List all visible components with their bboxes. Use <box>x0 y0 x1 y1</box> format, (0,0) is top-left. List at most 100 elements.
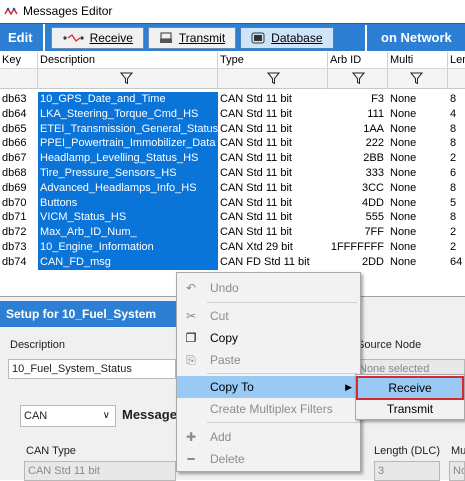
multi-cell[interactable]: None <box>388 151 448 166</box>
key-cell[interactable]: db70 <box>0 196 38 211</box>
multi-cell[interactable]: None <box>388 107 448 122</box>
key-cell[interactable]: db73 <box>0 240 38 255</box>
arb-id-cell[interactable]: 2BB <box>328 151 388 166</box>
filter-icon[interactable] <box>120 72 133 85</box>
description-cell[interactable]: 10_GPS_Date_and_Time <box>38 92 218 107</box>
description-cell[interactable]: LKA_Steering_Torque_Cmd_HS <box>38 106 218 122</box>
on-network-tab[interactable]: on Network <box>365 25 465 51</box>
type-cell[interactable]: CAN Std 11 bit <box>218 225 328 240</box>
multi-cell[interactable]: None <box>388 122 448 137</box>
column-header-description[interactable]: Description <box>38 52 218 68</box>
len-cell[interactable]: 6 <box>448 166 465 181</box>
column-header-len[interactable]: Len <box>448 52 465 68</box>
edit-menu[interactable]: Edit <box>0 23 45 52</box>
len-cell[interactable]: 8 <box>448 210 465 225</box>
arb-id-cell[interactable]: F3 <box>328 92 388 107</box>
len-cell[interactable]: 4 <box>448 107 465 122</box>
menu-item-cut[interactable]: ✂ Cut <box>177 305 360 327</box>
type-cell[interactable]: CAN Std 11 bit <box>218 122 328 137</box>
type-cell[interactable]: CAN FD Std 11 bit <box>218 255 328 270</box>
key-cell[interactable]: db69 <box>0 181 38 196</box>
key-cell[interactable]: db74 <box>0 255 38 270</box>
menu-item-undo[interactable]: ↶ Undo <box>177 277 360 299</box>
len-cell[interactable]: 2 <box>448 240 465 255</box>
description-cell[interactable]: Headlamp_Levelling_Status_HS <box>38 151 218 166</box>
key-cell[interactable]: db67 <box>0 151 38 166</box>
description-cell[interactable]: Tire_Pressure_Sensors_HS <box>38 165 218 181</box>
filter-icon[interactable] <box>352 72 365 85</box>
table-row[interactable]: db66 PPEI_Powertrain_Immobilizer_Data CAN … <box>0 136 465 152</box>
key-cell[interactable]: db64 <box>0 107 38 122</box>
description-cell[interactable]: PPEI_Powertrain_Immobilizer_Data <box>38 136 218 152</box>
multi-cell[interactable]: None <box>388 181 448 196</box>
description-cell[interactable]: Advanced_Headlamps_Info_HS <box>38 180 218 196</box>
menu-item-create-multiplex-filters[interactable]: Create Multiplex Filters <box>177 398 360 420</box>
arb-id-cell[interactable]: 7FF <box>328 225 388 240</box>
type-cell[interactable]: CAN Std 11 bit <box>218 166 328 181</box>
network-select[interactable]: CAN ∨ <box>20 405 116 427</box>
type-cell[interactable]: CAN Std 11 bit <box>218 136 328 151</box>
filter-icon[interactable] <box>410 72 423 85</box>
arb-id-cell[interactable]: 333 <box>328 166 388 181</box>
transmit-button[interactable]: Transmit <box>147 26 237 49</box>
multi-cell[interactable]: None <box>388 225 448 240</box>
menu-item-delete[interactable]: ━ Delete <box>177 448 360 470</box>
key-cell[interactable]: db72 <box>0 225 38 240</box>
multi-cell[interactable]: None <box>388 196 448 211</box>
type-cell[interactable]: CAN Xtd 29 bit <box>218 240 328 255</box>
menu-item-copy-to[interactable]: Copy To ▶ <box>177 376 360 398</box>
column-header-arb-id[interactable]: Arb ID <box>328 52 388 68</box>
column-header-multi[interactable]: Multi <box>388 52 448 68</box>
multi-cell[interactable]: None <box>388 210 448 225</box>
submenu-item-transmit[interactable]: Transmit <box>358 399 462 419</box>
multi-cell[interactable]: None <box>388 166 448 181</box>
arb-id-cell[interactable]: 111 <box>328 107 388 122</box>
multi-cell[interactable]: None <box>388 92 448 107</box>
type-cell[interactable]: CAN Std 11 bit <box>218 210 328 225</box>
multi-cell[interactable]: None <box>388 240 448 255</box>
receive-button[interactable]: Receive <box>50 26 144 49</box>
description-cell[interactable]: CAN_FD_msg <box>38 254 218 270</box>
key-cell[interactable]: db65 <box>0 122 38 137</box>
table-row[interactable]: db67 Headlamp_Levelling_Status_HS CAN Std … <box>0 151 465 166</box>
type-cell[interactable]: CAN Std 11 bit <box>218 181 328 196</box>
key-cell[interactable]: db66 <box>0 136 38 151</box>
menu-item-paste[interactable]: ⎘ Paste <box>177 349 360 371</box>
key-cell[interactable]: db63 <box>0 92 38 107</box>
description-cell[interactable]: VICM_Status_HS <box>38 210 218 226</box>
table-row[interactable]: db71 VICM_Status_HS CAN Std 11 bit 555 None 8 <box>0 210 465 226</box>
len-cell[interactable]: 5 <box>448 196 465 211</box>
length-field[interactable]: 3 <box>374 461 440 481</box>
len-cell[interactable]: 8 <box>448 122 465 137</box>
multi-cell[interactable]: None <box>388 136 448 151</box>
database-button[interactable]: Database <box>240 26 334 49</box>
len-cell[interactable]: 64 <box>448 255 465 270</box>
multi-cell[interactable]: None <box>388 255 448 270</box>
description-cell[interactable]: ETEI_Transmission_General_Status <box>38 121 218 137</box>
table-row[interactable]: db65 ETEI_Transmission_General_Status CAN … <box>0 121 465 137</box>
menu-item-copy[interactable]: ❐ Copy <box>177 327 360 349</box>
description-cell[interactable]: Max_Arb_ID_Num_ <box>38 225 218 240</box>
table-row[interactable]: db63 10_GPS_Date_and_Time CAN Std 11 bit F3… <box>0 92 465 107</box>
arb-id-cell[interactable]: 4DD <box>328 196 388 211</box>
menu-item-add[interactable]: ✚ Add <box>177 426 360 448</box>
table-row[interactable]: db70 Buttons CAN Std 11 bit 4DD None 5 <box>0 195 465 211</box>
table-row[interactable]: db64 LKA_Steering_Torque_Cmd_HS CAN Std 11… <box>0 106 465 122</box>
len-cell[interactable]: 2 <box>448 225 465 240</box>
key-cell[interactable]: db68 <box>0 166 38 181</box>
table-row[interactable]: db73 10_Engine_Information CAN Xtd 29 bit 1… <box>0 239 465 255</box>
mu-field[interactable]: No <box>449 461 465 481</box>
description-cell[interactable]: Buttons <box>38 195 218 211</box>
can-type-field[interactable]: CAN Std 11 bit <box>24 461 176 481</box>
arb-id-cell[interactable]: 555 <box>328 210 388 225</box>
len-cell[interactable]: 2 <box>448 151 465 166</box>
type-cell[interactable]: CAN Std 11 bit <box>218 196 328 211</box>
arb-id-cell[interactable]: 1FFFFFFF <box>328 240 388 255</box>
column-header-type[interactable]: Type <box>218 52 328 68</box>
table-row[interactable]: db69 Advanced_Headlamps_Info_HS CAN Std 11… <box>0 180 465 196</box>
len-cell[interactable]: 8 <box>448 181 465 196</box>
table-row[interactable]: db74 CAN_FD_msg CAN FD Std 11 bit 2DD None 64 <box>0 254 465 270</box>
arb-id-cell[interactable]: 2DD <box>328 255 388 270</box>
arb-id-cell[interactable]: 1AA <box>328 122 388 137</box>
len-cell[interactable]: 8 <box>448 136 465 151</box>
